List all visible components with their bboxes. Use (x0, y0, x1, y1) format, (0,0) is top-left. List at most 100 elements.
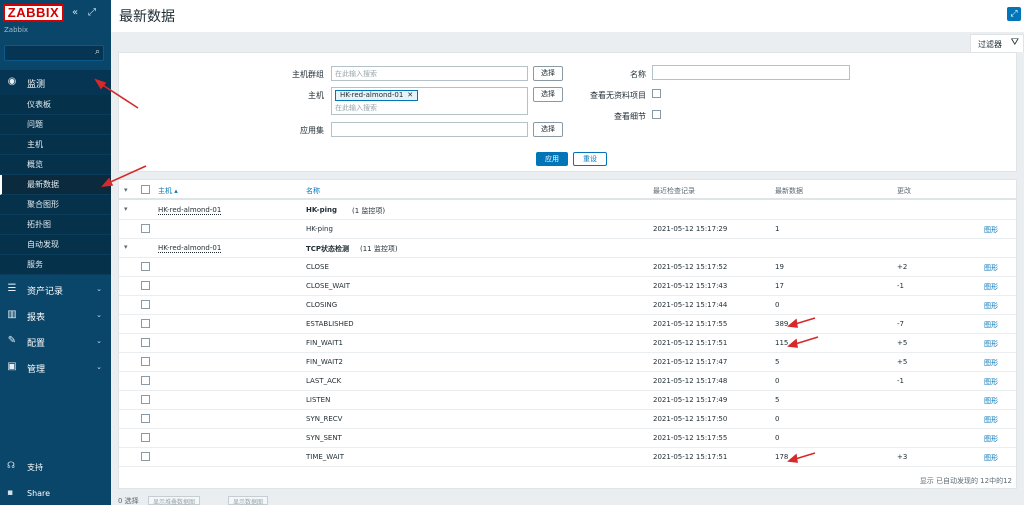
column-name[interactable]: 名称 (306, 186, 320, 196)
table-row: LAST_ACK 2021-05-12 15:17:48 0 -1 图形 (119, 372, 1016, 391)
table-footer: 显示 已自动发现的 12中的12 (919, 477, 1012, 485)
bottom-action-bar: 0 选择 显示堆叠数据图 显示数据图 (118, 496, 1017, 505)
group-host-link[interactable]: HK-red-almond-01 (158, 206, 222, 215)
row-checkbox[interactable] (141, 262, 150, 271)
submenu-screens[interactable]: 聚合图形 (0, 195, 111, 215)
application-input[interactable] (331, 122, 528, 137)
host-group-select-button[interactable]: 选择 (533, 66, 563, 81)
submenu-hosts[interactable]: 主机 (0, 135, 111, 155)
submenu-services[interactable]: 服务 (0, 255, 111, 275)
menu-reports[interactable]: ▥ 报表 ⌄ (0, 303, 111, 328)
menu-configuration[interactable]: ✎ 配置 ⌄ (0, 329, 111, 354)
group-host-link[interactable]: HK-red-almond-01 (158, 244, 222, 253)
kiosk-mode-icon[interactable]: ⤢ (88, 7, 100, 19)
eye-icon: ◉ (7, 76, 17, 87)
graph-link[interactable]: 图形 (984, 282, 998, 292)
graph-link[interactable]: 图形 (984, 396, 998, 406)
item-change: +2 (897, 263, 908, 271)
row-checkbox[interactable] (141, 300, 150, 309)
row-checkbox[interactable] (141, 452, 150, 461)
show-no-data-checkbox[interactable] (652, 89, 661, 98)
row-checkbox[interactable] (141, 357, 150, 366)
row-checkbox[interactable] (141, 281, 150, 290)
application-label: 应用集 (300, 126, 324, 135)
submenu-overview[interactable]: 概览 (0, 155, 111, 175)
logo-row: ZABBIX « ⤢ (0, 0, 111, 28)
remove-chip-icon[interactable]: ✕ (407, 91, 413, 99)
page-title: 最新数据 (119, 9, 175, 25)
filter-tab-label: 过滤器 (978, 40, 1002, 49)
graph-link[interactable]: 图形 (984, 358, 998, 368)
submenu-latest-data[interactable]: 最新数据 (0, 175, 111, 195)
row-checkbox[interactable] (141, 376, 150, 385)
row-checkbox[interactable] (141, 338, 150, 347)
headset-icon: ☊ (7, 461, 15, 471)
submenu-problems[interactable]: 问题 (0, 115, 111, 135)
item-last-value: 17 (775, 282, 784, 290)
stacked-graph-button[interactable]: 显示堆叠数据图 (148, 496, 201, 505)
host-search-placeholder[interactable]: 在此输入搜索 (335, 103, 377, 113)
item-last-value: 178 (775, 453, 789, 461)
latest-data-table: ▾ 主机 ▴ 名称 最近检查记录 最新数据 更改 ▾ HK-red-almond… (118, 179, 1017, 489)
graph-link[interactable]: 图形 (984, 301, 998, 311)
filter-tab[interactable]: 过滤器 ⛛ (970, 34, 1024, 52)
graph-link[interactable]: 图形 (984, 339, 998, 349)
show-details-checkbox[interactable] (652, 110, 661, 119)
row-checkbox[interactable] (141, 319, 150, 328)
sidebar-search-input[interactable] (5, 46, 89, 60)
sidebar-search[interactable]: ⌕ (4, 45, 104, 61)
item-last-check: 2021-05-12 15:17:55 (653, 434, 728, 442)
header: 最新数据 ⤢ (111, 0, 1024, 32)
apply-button[interactable]: 应用 (536, 152, 568, 166)
table-row: SYN_RECV 2021-05-12 15:17:50 0 图形 (119, 410, 1016, 429)
group-row: ▾ HK-red-almond-01 HK-ping (1 监控项) (119, 201, 1016, 220)
item-last-check: 2021-05-12 15:17:43 (653, 282, 728, 290)
column-last-value: 最新数据 (775, 187, 803, 195)
expand-all-icon[interactable]: ▾ (124, 186, 128, 194)
select-all-checkbox[interactable] (141, 185, 150, 194)
search-icon[interactable]: ⌕ (95, 47, 100, 57)
column-last-check: 最近检查记录 (653, 187, 695, 195)
share-link[interactable]: ▪ Share (0, 483, 111, 505)
item-last-check: 2021-05-12 15:17:55 (653, 320, 728, 328)
graph-link[interactable]: 图形 (984, 225, 998, 235)
graph-link[interactable]: 图形 (984, 415, 998, 425)
menu-inventory[interactable]: ☰ 资产记录 ⌄ (0, 277, 111, 302)
host-multiselect[interactable]: HK-red-almond-01 ✕ 在此输入搜索 (331, 87, 528, 115)
row-checkbox[interactable] (141, 414, 150, 423)
item-name: LISTEN (306, 396, 331, 404)
zabbix-logo[interactable]: ZABBIX (3, 4, 64, 22)
graph-link[interactable]: 图形 (984, 434, 998, 444)
row-checkbox[interactable] (141, 224, 150, 233)
graph-link[interactable]: 图形 (984, 320, 998, 330)
application-select-button[interactable]: 选择 (533, 122, 563, 137)
menu-administration[interactable]: ▣ 管理 ⌄ (0, 355, 111, 380)
show-details-label: 查看细节 (614, 112, 646, 121)
fullscreen-icon[interactable]: ⤢ (1007, 7, 1021, 21)
menu-configuration-label: 配置 (27, 339, 46, 349)
row-checkbox[interactable] (141, 433, 150, 442)
item-last-value: 19 (775, 263, 784, 271)
menu-monitoring[interactable]: ◉ 监测 (0, 70, 111, 95)
item-name: CLOSE (306, 263, 329, 271)
submenu-maps[interactable]: 拓扑图 (0, 215, 111, 235)
collapse-sidebar-icon[interactable]: « (72, 7, 84, 19)
gear-icon: ▣ (7, 361, 17, 372)
graph-link[interactable]: 图形 (984, 377, 998, 387)
group-item-count: (11 监控项) (360, 245, 398, 253)
collapse-group-icon[interactable]: ▾ (124, 243, 128, 251)
support-link[interactable]: ☊ 支持 (0, 456, 111, 478)
host-group-input[interactable] (331, 66, 528, 81)
row-checkbox[interactable] (141, 395, 150, 404)
submenu-dashboard[interactable]: 仪表板 (0, 95, 111, 115)
name-input[interactable] (652, 65, 850, 80)
graph-link[interactable]: 图形 (984, 453, 998, 463)
host-chip[interactable]: HK-red-almond-01 ✕ (335, 90, 419, 101)
graph-link[interactable]: 图形 (984, 263, 998, 273)
item-change: +5 (897, 339, 908, 347)
graph-button[interactable]: 显示数据图 (228, 496, 269, 505)
collapse-group-icon[interactable]: ▾ (124, 205, 128, 213)
submenu-discovery[interactable]: 自动发现 (0, 235, 111, 255)
reset-button[interactable]: 重设 (573, 152, 607, 166)
column-host[interactable]: 主机 ▴ (158, 186, 178, 196)
